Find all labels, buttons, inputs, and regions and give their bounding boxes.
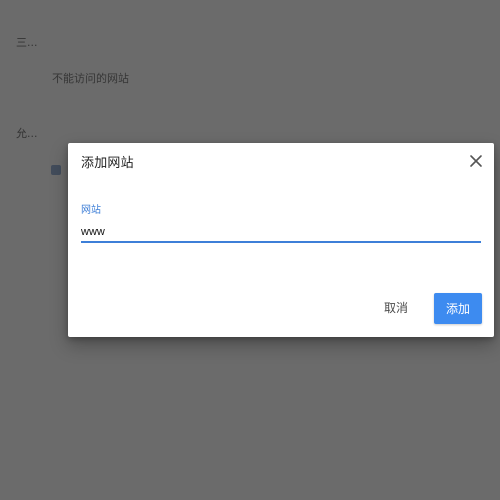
cancel-button[interactable]: 取消: [378, 293, 414, 324]
close-icon: [470, 155, 482, 167]
background-site-icon: [51, 165, 61, 175]
background-blocked-sites-item: 不能访问的网站: [52, 72, 129, 85]
background-section-title-blocked: 三...: [16, 36, 38, 49]
add-button[interactable]: 添加: [434, 293, 482, 324]
add-site-dialog: 添加网站 网站 取消 添加: [68, 143, 494, 337]
website-field: 网站: [81, 201, 481, 243]
close-button[interactable]: [468, 153, 484, 169]
website-field-label: 网站: [81, 205, 101, 216]
background-section-title-allowed: 允...: [16, 127, 38, 140]
website-input[interactable]: [81, 226, 481, 243]
dialog-title: 添加网站: [81, 156, 134, 171]
